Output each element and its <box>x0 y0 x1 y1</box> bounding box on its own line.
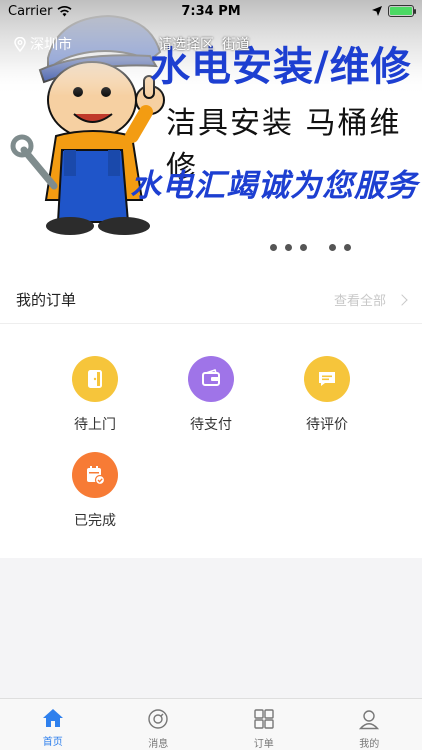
tab-label: 消息 <box>148 739 169 750</box>
tab-label: 订单 <box>253 739 274 750</box>
order-status-label: 待支付 <box>190 417 232 433</box>
pager-dot[interactable] <box>329 244 336 251</box>
view-all-label: 查看全部 <box>333 294 386 309</box>
view-all-orders-link[interactable]: 查看全部 <box>333 290 408 309</box>
completed-calendar-icon <box>72 452 118 498</box>
order-status-completed[interactable]: 已完成 <box>45 452 145 530</box>
status-bar: Carrier 7:34 PM <box>0 0 422 22</box>
district-selector[interactable]: 请选择区 <box>158 34 214 54</box>
app-root: 水电安装/维修 洁具安装 马桶维修 水电汇竭诚为您服务 Carrier 7:34… <box>0 0 422 750</box>
door-icon <box>72 356 118 402</box>
battery-level <box>390 7 412 15</box>
order-status-label: 待评价 <box>306 417 348 433</box>
order-status-grid: 待上门 待支付 待评价 已完成 <box>0 324 422 558</box>
location-bar: 深圳市 请选择区 街道 <box>0 30 422 58</box>
order-status-label: 待上门 <box>74 417 116 433</box>
my-orders-section: 我的订单 查看全部 待上门 待支付 待评价 已完成 <box>0 276 422 558</box>
pager-dot[interactable] <box>344 244 351 251</box>
chevron-right-icon <box>396 293 408 306</box>
tab-label: 首页 <box>42 737 63 748</box>
map-pin-icon <box>14 36 26 52</box>
profile-icon <box>359 710 380 730</box>
order-status-awaiting-visit[interactable]: 待上门 <box>45 356 145 434</box>
pager-dot[interactable] <box>285 244 292 251</box>
banner-slogan: 水电汇竭诚为您服务 <box>130 168 418 204</box>
orders-title: 我的订单 <box>16 291 77 309</box>
banner-pager <box>270 244 351 251</box>
tab-label: 我的 <box>359 739 380 750</box>
tab-orders[interactable]: 订单 <box>211 699 317 750</box>
orders-grid-icon <box>254 709 274 729</box>
order-status-awaiting-payment[interactable]: 待支付 <box>161 356 261 434</box>
order-status-awaiting-review[interactable]: 待评价 <box>277 356 377 434</box>
pager-dot[interactable] <box>270 244 277 251</box>
city-label: 深圳市 <box>30 37 72 53</box>
battery-icon <box>388 5 416 17</box>
tab-home[interactable]: 首页 <box>0 699 106 750</box>
clock: 7:34 PM <box>181 3 241 19</box>
pager-dot[interactable] <box>300 244 307 251</box>
message-icon <box>148 709 168 729</box>
wallet-icon <box>188 356 234 402</box>
comment-icon <box>304 356 350 402</box>
home-icon <box>42 709 63 727</box>
tab-profile[interactable]: 我的 <box>317 699 422 750</box>
street-selector[interactable]: 街道 <box>222 34 250 54</box>
tab-messages[interactable]: 消息 <box>106 699 212 750</box>
order-status-label: 已完成 <box>74 513 116 529</box>
bottom-tab-bar: 首页 消息 订单 我的 <box>0 698 422 750</box>
city-selector[interactable]: 深圳市 <box>14 34 72 54</box>
orders-header: 我的订单 查看全部 <box>0 276 422 324</box>
hero-banner[interactable]: 水电安装/维修 洁具安装 马桶维修 水电汇竭诚为您服务 Carrier 7:34… <box>0 0 422 276</box>
